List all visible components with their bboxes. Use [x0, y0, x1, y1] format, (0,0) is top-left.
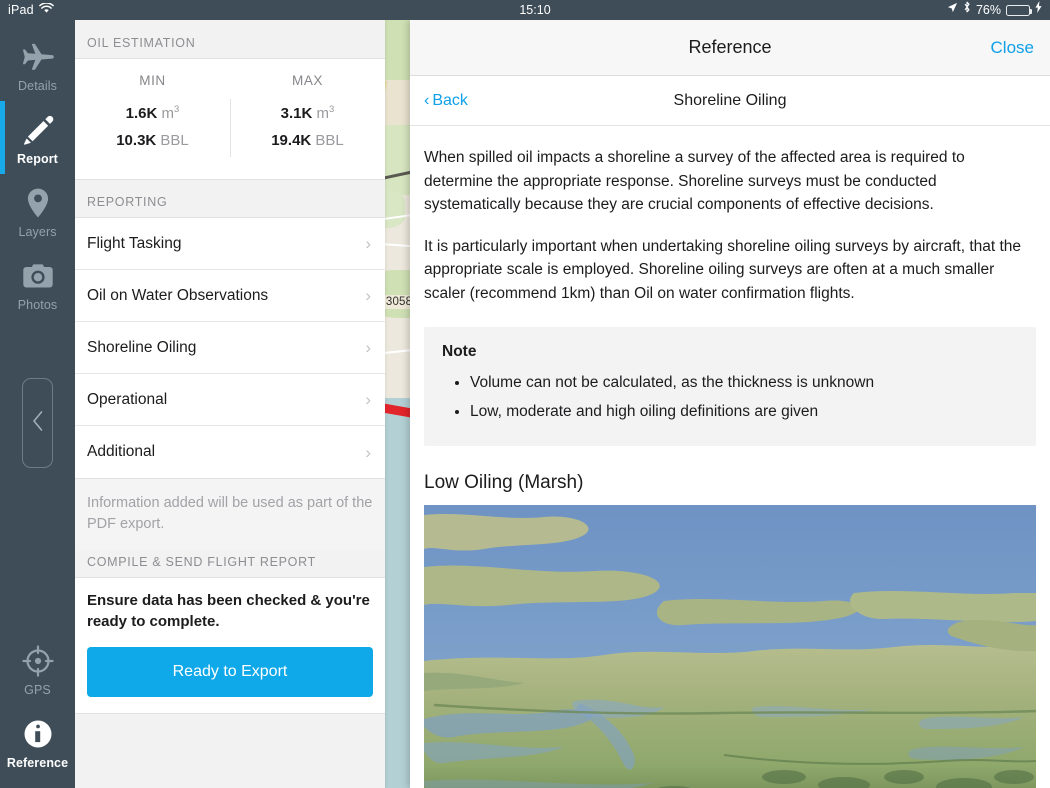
oil-max-volume: 3.1K m3 [230, 104, 385, 122]
info-circle-icon [21, 717, 55, 751]
wifi-icon [38, 0, 54, 20]
rail-primary-items: Details Report Layers Photos [0, 20, 75, 320]
crosshair-icon [21, 644, 55, 678]
list-item-label: Oil on Water Observations [87, 286, 269, 304]
chevron-right-icon: › [365, 338, 371, 357]
chevron-left-icon: ‹ [424, 91, 430, 109]
back-button-label: Back [432, 91, 468, 109]
sidebar-item-label: Reference [6, 756, 69, 770]
oil-min-barrels-unit: BBL [160, 132, 189, 149]
reference-paragraph-1: When spilled oil impacts a shoreline a s… [424, 149, 965, 214]
ios-status-bar: iPad 15:10 76% [0, 0, 1050, 20]
pdf-export-note: Information added will be used as part o… [75, 479, 385, 552]
note-bullet: Low, moderate and high oiling definition… [470, 400, 1018, 423]
oil-max-barrels-value: 19.4K [271, 132, 312, 149]
compile-card: Ensure data has been checked & you're re… [75, 577, 385, 713]
oil-min-caption: MIN [139, 73, 166, 88]
list-item-oil-on-water-observations[interactable]: Oil on Water Observations › [75, 270, 385, 322]
sidebar-item-reference[interactable]: Reference [0, 705, 75, 778]
modal-header: Reference Close [410, 20, 1050, 76]
oil-max-caption: MAX [291, 73, 324, 88]
status-bar-left: iPad [0, 0, 180, 20]
rail-secondary-items: GPS Reference [0, 632, 75, 778]
location-arrow-icon [947, 0, 958, 20]
list-item-label: Operational [87, 390, 168, 408]
list-item-label: Additional [87, 443, 156, 460]
map-pin-icon [21, 186, 55, 220]
panel-footer-spacer [75, 712, 385, 788]
list-item-operational[interactable]: Operational › [75, 374, 385, 426]
oil-max-barrels: 19.4K BBL [230, 132, 385, 149]
list-item-flight-tasking[interactable]: Flight Tasking › [75, 218, 385, 270]
oil-min-barrels-value: 10.3K [116, 132, 157, 149]
close-button[interactable]: Close [991, 38, 1034, 58]
reference-modal: Reference Close ‹ Back Shoreline Oiling … [410, 20, 1050, 788]
oil-max-volume-unit: m3 [316, 104, 335, 122]
compile-instruction-text: Ensure data has been checked & you're re… [87, 592, 370, 631]
chevron-right-icon: › [365, 286, 371, 305]
sidebar-item-label: Photos [17, 298, 58, 312]
figure-title: Low Oiling (Marsh) [424, 471, 584, 493]
sidebar-item-gps[interactable]: GPS [0, 632, 75, 705]
oil-estimation-min-column: MIN 1.6K m3 10.3K BBL [75, 73, 230, 159]
active-indicator-bar [0, 101, 5, 174]
list-item-label: Shoreline Oiling [87, 338, 197, 356]
oil-max-barrels-unit: BBL [315, 132, 344, 149]
bluetooth-icon [963, 0, 971, 20]
sidebar-item-label: Layers [18, 225, 57, 239]
oil-min-volume-value: 1.6K [125, 105, 158, 122]
status-bar-clock: 15:10 [519, 3, 551, 17]
back-button[interactable]: ‹ Back [424, 92, 468, 110]
oil-estimation-grid: MIN 1.6K m3 10.3K BBL MAX 3.1K m3 19.4K … [75, 59, 385, 179]
reference-paragraph-2: It is particularly important when undert… [424, 237, 1022, 302]
page-title: Reference [688, 37, 772, 57]
sidebar-item-label: GPS [24, 683, 51, 697]
note-title: Note [442, 343, 477, 361]
ready-to-export-button[interactable]: Ready to Export [87, 646, 373, 697]
aerial-photo-marsh-shoreline [424, 504, 1036, 788]
collapse-panel-button[interactable] [22, 378, 53, 468]
modal-subheader: ‹ Back Shoreline Oiling [410, 76, 1050, 126]
oil-min-volume-unit: m3 [161, 104, 180, 122]
reference-content: When spilled oil impacts a shoreline a s… [410, 126, 1050, 788]
camera-icon [21, 259, 55, 293]
reporting-section-header: REPORTING [75, 180, 385, 217]
note-callout: Note Volume can not be calculated, as th… [424, 327, 1036, 446]
status-bar-right: 76% [870, 0, 1050, 20]
report-panel: OIL ESTIMATION MIN 1.6K m3 10.3K BBL MAX [75, 20, 385, 788]
airplane-icon [21, 40, 55, 74]
lightning-bolt-icon [1035, 0, 1042, 20]
list-item-label: Flight Tasking [87, 234, 182, 252]
oil-estimation-section-header: OIL ESTIMATION [75, 20, 385, 58]
list-item-additional[interactable]: Additional › [75, 426, 385, 478]
sidebar-item-details[interactable]: Details [0, 28, 75, 101]
subpage-title: Shoreline Oiling [673, 91, 787, 109]
oil-min-barrels: 10.3K BBL [75, 132, 230, 149]
oil-max-volume-value: 3.1K [280, 105, 313, 122]
note-bullet: Volume can not be calculated, as the thi… [470, 371, 1018, 394]
sidebar-item-label: Details [18, 79, 57, 93]
sidebar-item-label: Report [17, 152, 58, 166]
reporting-list: Flight Tasking › Oil on Water Observatio… [75, 217, 385, 479]
left-navigation-rail: Details Report Layers Photos GPS Referen… [0, 20, 75, 788]
battery-icon [1006, 4, 1032, 16]
sidebar-item-report[interactable]: Report [0, 101, 75, 174]
oil-min-volume: 1.6K m3 [75, 104, 230, 122]
compile-section-header: COMPILE & SEND FLIGHT REPORT [75, 551, 385, 578]
sidebar-item-photos[interactable]: Photos [0, 247, 75, 320]
oil-estimation-max-column: MAX 3.1K m3 19.4K BBL [230, 73, 385, 159]
device-name-label: iPad [8, 3, 34, 17]
chevron-right-icon: › [365, 442, 371, 462]
pencil-icon [21, 113, 55, 147]
oil-estimation-card: MIN 1.6K m3 10.3K BBL MAX 3.1K m3 19.4K … [75, 58, 385, 180]
battery-percent-label: 76% [975, 3, 1001, 17]
note-bullet-list: Volume can not be calculated, as the thi… [442, 371, 1018, 423]
list-item-shoreline-oiling[interactable]: Shoreline Oiling › [75, 322, 385, 374]
sidebar-item-layers[interactable]: Layers [0, 174, 75, 247]
chevron-right-icon: › [365, 390, 371, 409]
chevron-left-icon [30, 410, 46, 437]
ipad-app-screen: iPad 15:10 76% B3058 OIL ESTIMATION MIN … [0, 0, 1050, 788]
chevron-right-icon: › [365, 234, 371, 253]
